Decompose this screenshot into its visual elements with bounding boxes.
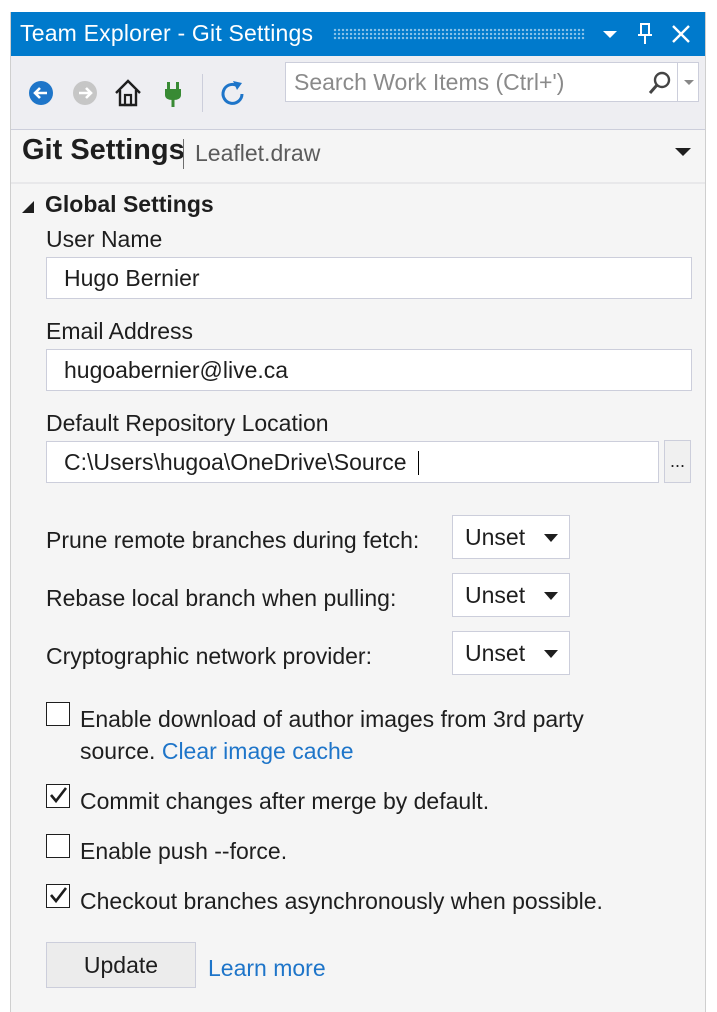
clear-image-cache-link[interactable]: Clear image cache <box>162 738 354 764</box>
repo-location-label: Default Repository Location <box>46 410 329 436</box>
update-button[interactable]: Update <box>46 942 196 988</box>
push-force-label: Enable push --force. <box>80 838 288 864</box>
email-label: Email Address <box>46 318 194 344</box>
search-work-items <box>285 62 699 102</box>
browse-button[interactable]: ... <box>664 440 691 483</box>
forward-icon[interactable] <box>70 77 100 109</box>
window-menu-dropdown-icon[interactable] <box>596 19 624 49</box>
chevron-down-icon <box>544 592 558 600</box>
connect-plug-icon[interactable] <box>158 77 188 109</box>
checkmark-icon <box>50 787 68 804</box>
prune-label: Prune remote branches during fetch: <box>46 527 420 553</box>
commit-after-merge-checkbox[interactable] <box>46 784 70 808</box>
page-menu-dropdown-icon[interactable] <box>672 144 694 160</box>
checkout-async-label: Checkout branches asynchronously when po… <box>80 888 603 914</box>
search-icon[interactable] <box>646 69 674 97</box>
learn-more-link[interactable]: Learn more <box>208 955 326 982</box>
toolbar <box>11 56 705 130</box>
author-images-checkbox[interactable] <box>46 702 70 726</box>
drag-grip[interactable] <box>333 28 585 40</box>
checkout-async-checkbox[interactable] <box>46 884 70 908</box>
refresh-icon[interactable] <box>218 77 248 109</box>
repo-location-field <box>46 441 659 483</box>
back-icon[interactable] <box>26 77 56 109</box>
rebase-select-value: Unset <box>465 582 526 608</box>
checkmark-icon <box>50 887 68 904</box>
rebase-label: Rebase local branch when pulling: <box>46 585 397 611</box>
user-name-label: User Name <box>46 226 163 252</box>
chevron-down-icon <box>684 80 694 85</box>
search-input[interactable] <box>286 63 652 101</box>
window-title: Team Explorer - Git Settings <box>20 20 314 46</box>
crypto-provider-label: Cryptographic network provider: <box>46 643 372 669</box>
push-force-checkbox[interactable] <box>46 834 70 858</box>
global-settings-toggle[interactable]: Global Settings <box>21 191 321 223</box>
page-header: Git Settings Leaflet.draw <box>11 130 705 182</box>
email-field <box>46 349 692 391</box>
user-name-field <box>46 257 692 299</box>
crypto-provider-select[interactable]: Unset <box>452 631 570 675</box>
author-images-label-line2: source. Clear image cache <box>80 738 354 765</box>
author-images-label-source: source. <box>80 738 156 764</box>
repo-location-input[interactable] <box>47 442 658 482</box>
team-explorer-panel: Team Explorer - Git Settings Search Work… <box>10 12 706 1012</box>
prune-select[interactable]: Unset <box>452 515 570 559</box>
commit-after-merge-label: Commit changes after merge by default. <box>80 788 490 814</box>
section-title: Global Settings <box>45 191 214 217</box>
text-cursor <box>418 451 419 475</box>
chevron-down-icon <box>544 534 558 542</box>
title-bar: Team Explorer - Git Settings <box>11 12 705 56</box>
author-images-label-line1: Enable download of author images from 3r… <box>80 706 584 732</box>
close-icon[interactable] <box>667 19 695 49</box>
pin-icon[interactable] <box>631 19 659 49</box>
page-title: Git Settings <box>22 134 185 166</box>
email-input[interactable] <box>47 350 691 390</box>
collapse-triangle-icon <box>22 201 34 213</box>
prune-select-value: Unset <box>465 524 526 550</box>
chevron-down-icon <box>544 650 558 658</box>
rebase-select[interactable]: Unset <box>452 573 570 617</box>
home-icon[interactable] <box>113 77 143 109</box>
repository-name: Leaflet.draw <box>195 140 321 166</box>
crypto-provider-select-value: Unset <box>465 640 526 666</box>
search-options-dropdown[interactable] <box>677 63 700 101</box>
user-name-input[interactable] <box>47 258 691 298</box>
